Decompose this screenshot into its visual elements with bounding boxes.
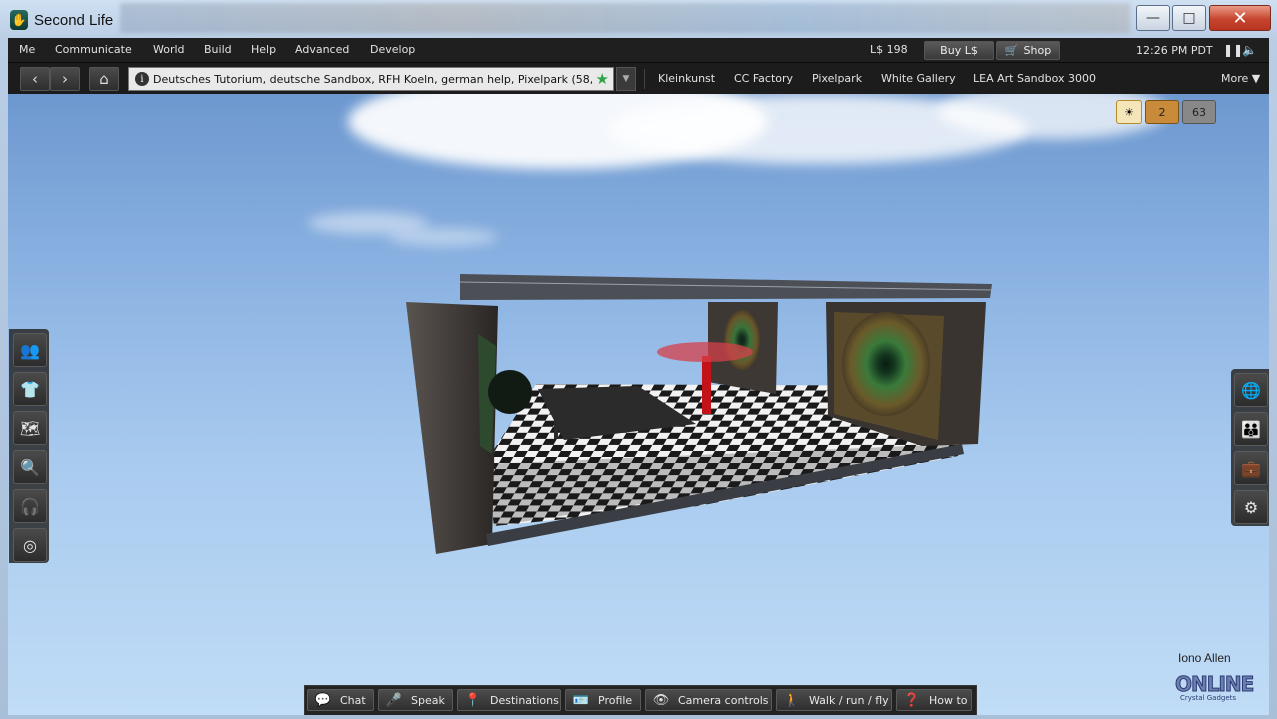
window-title: Second Life [34, 12, 114, 29]
appearance-shirt-icon[interactable]: 👕 [13, 372, 47, 406]
clock: 12:26 PM PDT [1136, 44, 1213, 57]
groups-icon[interactable]: 👪 [1234, 412, 1268, 446]
minimize-button[interactable]: — [1136, 5, 1170, 31]
favorite-white-gallery[interactable]: White Gallery [881, 72, 956, 85]
menu-develop[interactable]: Develop [370, 43, 415, 56]
menu-help[interactable]: Help [251, 43, 276, 56]
shop-button[interactable]: 🛒 Shop [996, 41, 1060, 60]
menu-advanced[interactable]: Advanced [295, 43, 349, 56]
red-sculpture-canopy [657, 342, 753, 362]
application-window: ✋ Second Life — □ ✕ Me Communicate World… [0, 0, 1277, 719]
notification-chiclet-icon[interactable]: ☀ [1116, 100, 1142, 124]
chat-bubble-icon: 💬 [314, 692, 332, 708]
location-text: Deutsches Tutorium, deutsche Sandbox, RF… [153, 72, 592, 86]
home-icon[interactable]: ⌂ [89, 67, 119, 91]
speak-button[interactable]: 🎤 Speak [378, 689, 453, 711]
how-to-label: How to [929, 693, 968, 707]
small-eye-artwork [724, 310, 760, 370]
bottom-toolbar: 💬 Chat 🎤 Speak 📍 Destinations 🪪 Profile … [304, 685, 977, 715]
walking-person-icon: 🚶 [783, 692, 801, 708]
red-sculpture-stem [702, 356, 711, 414]
world-viewport[interactable]: ☀ 2 63 👥 👕 🗺 🔍 🎧 ◎ 🌐 👪 💼 ⚙ Iono Allen ON… [8, 94, 1269, 715]
linden-balance: L$ 198 [870, 43, 908, 56]
maximize-button[interactable]: □ [1172, 5, 1206, 31]
chat-label: Chat [340, 693, 366, 707]
location-input[interactable]: i Deutsches Tutorium, deutsche Sandbox, … [128, 67, 614, 91]
camera-controls-button[interactable]: 👁 Camera controls [645, 689, 772, 711]
menu-communicate[interactable]: Communicate [55, 43, 132, 56]
viewer-client-area: Me Communicate World Build Help Advanced… [8, 38, 1269, 715]
top-railing [460, 274, 992, 300]
avatar-name-tag: Iono Allen [1178, 651, 1231, 665]
radar-icon[interactable]: ◎ [13, 528, 47, 562]
online-logo-text: ONLINE [1175, 672, 1255, 696]
eye-icon: 👁 [652, 692, 670, 708]
messages-counter[interactable]: 2 [1145, 100, 1179, 124]
nearby-counter[interactable]: 63 [1182, 100, 1216, 124]
avatar-figure [554, 417, 558, 439]
navigation-bar: ‹ › ⌂ i Deutsches Tutorium, deutsche San… [8, 63, 1269, 94]
buy-currency-button[interactable]: Buy L$ [924, 41, 994, 60]
menu-build[interactable]: Build [204, 43, 232, 56]
microphone-icon: 🎤 [385, 692, 403, 708]
speaker-icon[interactable]: 🔈 [1242, 43, 1257, 57]
how-to-button[interactable]: ❓ How to [896, 689, 972, 711]
divider [644, 69, 645, 89]
inventory-briefcase-icon[interactable]: 💼 [1234, 451, 1268, 485]
profile-button[interactable]: 🪪 Profile [565, 689, 641, 711]
chevron-down-icon[interactable]: ▼ [616, 67, 636, 91]
pause-icon[interactable]: ❚❚ [1223, 43, 1243, 57]
shop-label: Shop [1023, 44, 1052, 57]
voice-headset-icon[interactable]: 🎧 [13, 489, 47, 523]
favorites-more-button[interactable]: More ▼ [1221, 72, 1260, 85]
forward-arrow-icon[interactable]: › [50, 67, 80, 91]
sandbox-platform-scene [406, 274, 993, 554]
window-titlebar[interactable]: ✋ Second Life — □ ✕ [0, 0, 1277, 38]
map-icon[interactable]: 🗺 [13, 411, 47, 445]
map-pin-icon: 📍 [464, 692, 482, 708]
second-life-hand-icon: ✋ [10, 10, 28, 30]
menu-world[interactable]: World [153, 43, 185, 56]
walk-run-fly-button[interactable]: 🚶 Walk / run / fly [776, 689, 892, 711]
close-button[interactable]: ✕ [1209, 5, 1271, 31]
avatar-globe-icon[interactable]: 🌐 [1234, 373, 1268, 407]
destinations-button[interactable]: 📍 Destinations [457, 689, 561, 711]
chat-button[interactable]: 💬 Chat [307, 689, 374, 711]
favorite-cc-factory[interactable]: CC Factory [734, 72, 793, 85]
walk-run-fly-label: Walk / run / fly [809, 693, 889, 707]
camera-controls-label: Camera controls [678, 693, 769, 707]
search-icon[interactable]: 🔍 [13, 450, 47, 484]
help-question-icon: ❓ [903, 692, 921, 708]
menu-me[interactable]: Me [19, 43, 35, 56]
preferences-gears-icon[interactable]: ⚙ [1234, 490, 1268, 524]
destinations-label: Destinations [490, 693, 559, 707]
profile-label: Profile [598, 693, 633, 707]
favorite-pixelpark[interactable]: Pixelpark [812, 72, 862, 85]
online-logo-subtext: Crystal Gadgets [1179, 694, 1237, 702]
left-toolbar: 👥 👕 🗺 🔍 🎧 ◎ [9, 329, 49, 563]
profile-card-icon: 🪪 [572, 692, 590, 708]
dark-sphere [488, 370, 532, 414]
favorite-kleinkunst[interactable]: Kleinkunst [658, 72, 715, 85]
eye-artwork [842, 312, 930, 416]
right-toolbar: 🌐 👪 💼 ⚙ [1231, 369, 1269, 526]
people-icon[interactable]: 👥 [13, 333, 47, 367]
blurred-background-taskbar [120, 3, 1130, 33]
favorite-lea-art-sandbox[interactable]: LEA Art Sandbox 3000 [973, 72, 1096, 85]
info-icon[interactable]: i [135, 72, 149, 86]
speak-label: Speak [411, 693, 445, 707]
back-arrow-icon[interactable]: ‹ [20, 67, 50, 91]
favorite-star-icon[interactable]: ★ [596, 70, 609, 88]
menu-bar: Me Communicate World Build Help Advanced… [8, 38, 1269, 63]
online-status-logo: ONLINE Crystal Gadgets [1175, 672, 1255, 704]
shopping-cart-icon: 🛒 [1004, 44, 1019, 57]
